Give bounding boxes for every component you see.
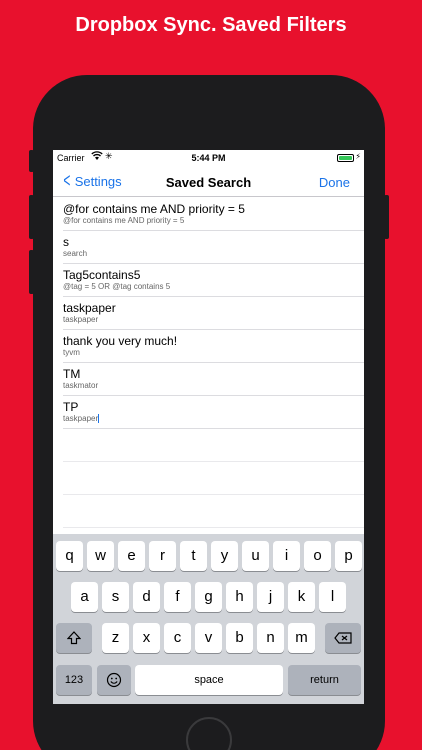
key-b[interactable]: b	[226, 623, 253, 653]
status-bar: Carrier ✳ 5:44 PM ⚡	[53, 150, 364, 167]
key-t[interactable]: t	[180, 541, 207, 571]
key-y[interactable]: y	[211, 541, 238, 571]
search-name: TM	[63, 367, 81, 381]
space-key[interactable]: space	[135, 665, 283, 695]
key-m[interactable]: m	[288, 623, 315, 653]
list-item[interactable]: @for contains me AND priority = 5 @for c…	[53, 198, 364, 231]
key-o[interactable]: o	[304, 541, 331, 571]
battery-icon	[337, 154, 354, 162]
key-w[interactable]: w	[87, 541, 114, 571]
key-h[interactable]: h	[226, 582, 253, 612]
search-name: s	[63, 235, 69, 249]
search-query: search	[63, 249, 88, 258]
key-x[interactable]: x	[133, 623, 160, 653]
list-item[interactable]: thank you very much! tyvm	[53, 330, 364, 363]
emoji-icon	[106, 672, 122, 688]
key-q[interactable]: q	[56, 541, 83, 571]
key-d[interactable]: d	[133, 582, 160, 612]
key-u[interactable]: u	[242, 541, 269, 571]
search-query: taskpaper	[63, 315, 99, 324]
app-screen: Carrier ✳ 5:44 PM ⚡ < Settings Saved Sea…	[53, 150, 364, 704]
empty-row	[53, 462, 364, 495]
status-time: 5:44 PM	[191, 153, 226, 163]
search-name: taskpaper	[63, 301, 116, 315]
key-c[interactable]: c	[164, 623, 191, 653]
key-e[interactable]: e	[118, 541, 145, 571]
emoji-key[interactable]	[97, 665, 131, 695]
list-item[interactable]: s search	[53, 231, 364, 264]
navigation-bar: < Settings Saved Search Done	[53, 167, 364, 197]
delete-key[interactable]	[325, 623, 361, 653]
list-item[interactable]: taskpaper taskpaper	[53, 297, 364, 330]
key-l[interactable]: l	[319, 582, 346, 612]
key-s[interactable]: s	[102, 582, 129, 612]
saved-search-list: @for contains me AND priority = 5 @for c…	[53, 198, 364, 528]
key-a[interactable]: a	[71, 582, 98, 612]
charging-bolt-icon: ⚡	[355, 152, 361, 161]
list-item[interactable]: Tag5contains5 @tag = 5 OR @tag contains …	[53, 264, 364, 297]
key-g[interactable]: g	[195, 582, 222, 612]
key-j[interactable]: j	[257, 582, 284, 612]
search-name: Tag5contains5	[63, 268, 141, 282]
text-cursor	[98, 414, 100, 424]
key-i[interactable]: i	[273, 541, 300, 571]
phone-power-button	[384, 195, 389, 239]
key-k[interactable]: k	[288, 582, 315, 612]
shift-arrow-icon	[66, 631, 82, 645]
key-v[interactable]: v	[195, 623, 222, 653]
empty-row	[53, 429, 364, 462]
onscreen-keyboard: q w e r t y u i o p a s d f g h j k l z …	[53, 534, 364, 704]
search-name: @for contains me AND priority = 5	[63, 202, 245, 216]
search-name[interactable]: TP	[63, 400, 364, 414]
shift-key[interactable]	[56, 623, 92, 653]
empty-row	[53, 495, 364, 528]
key-f[interactable]: f	[164, 582, 191, 612]
return-key[interactable]: return	[288, 665, 361, 695]
search-query-field[interactable]: taskpaper	[63, 414, 98, 423]
phone-volume-up	[29, 195, 34, 239]
phone-volume-down	[29, 250, 34, 294]
backspace-icon	[334, 632, 352, 644]
search-name: thank you very much!	[63, 334, 178, 348]
key-p[interactable]: p	[335, 541, 362, 571]
phone-silent-switch	[29, 150, 34, 172]
done-button[interactable]: Done	[319, 175, 350, 190]
search-query: @for contains me AND priority = 5	[63, 216, 185, 225]
key-z[interactable]: z	[102, 623, 129, 653]
list-item[interactable]: TM taskmator	[53, 363, 364, 396]
key-r[interactable]: r	[149, 541, 176, 571]
list-item-editing[interactable]: TP taskpaper	[53, 396, 364, 429]
search-query: tyvm	[63, 348, 80, 357]
page-title: Saved Search	[165, 175, 252, 190]
promo-headline: Dropbox Sync. Saved Filters	[75, 14, 347, 36]
key-n[interactable]: n	[257, 623, 284, 653]
numbers-key[interactable]: 123	[56, 665, 92, 695]
search-query: taskmator	[63, 381, 99, 390]
search-query: @tag = 5 OR @tag contains 5	[63, 282, 171, 291]
